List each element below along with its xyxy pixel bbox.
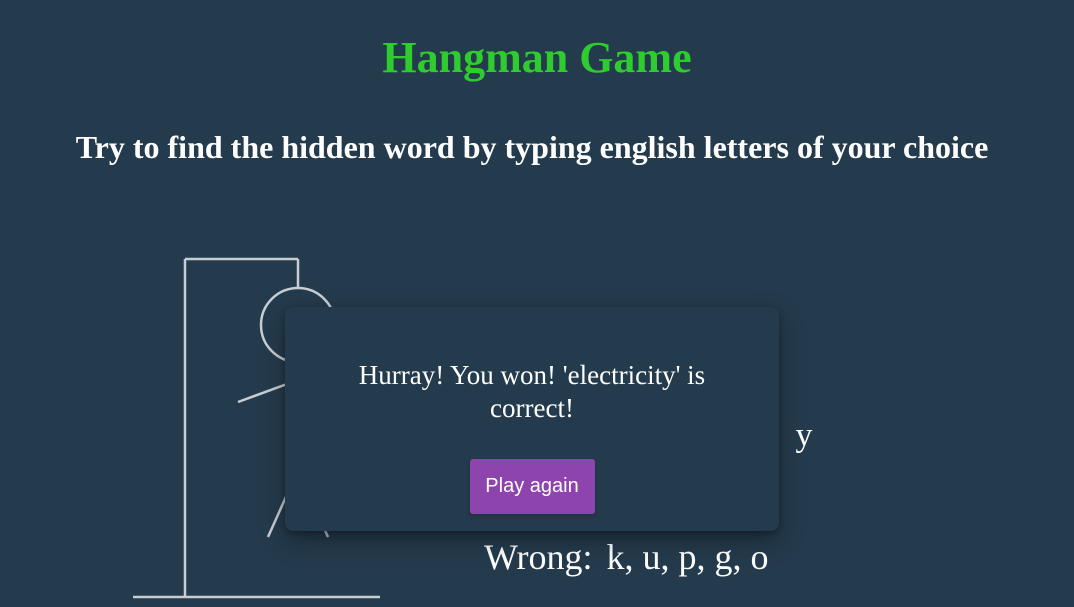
word-letter: y (795, 417, 813, 454)
win-popup: Hurray! You won! 'electricity' is correc… (285, 307, 779, 531)
wrong-label: Wrong: (484, 537, 593, 577)
popup-message: Hurray! You won! 'electricity' is correc… (358, 360, 706, 423)
play-again-button[interactable]: Play again (469, 459, 595, 514)
wrong-letters: k, u, p, g, o (606, 537, 769, 577)
wrong-letters-panel: Wrong: k, u, p, g, o (484, 534, 769, 580)
